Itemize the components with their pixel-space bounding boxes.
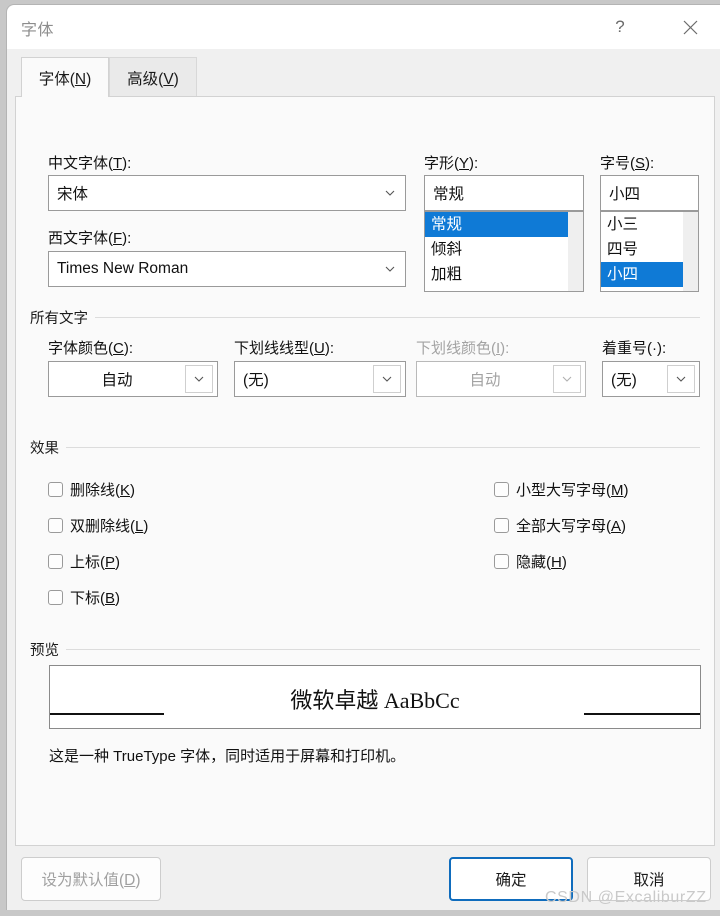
checkbox-icon[interactable] — [48, 590, 63, 605]
checkbox-icon[interactable] — [494, 554, 509, 569]
chinese-font-combo[interactable]: 宋体 — [48, 175, 406, 211]
western-font-combo[interactable]: Times New Roman — [48, 251, 406, 287]
preview-note: 这是一种 TrueType 字体，同时适用于屏幕和打印机。 — [49, 748, 406, 765]
underline-style-value: (无) — [243, 372, 269, 389]
question-mark-icon[interactable]: ? — [597, 5, 643, 49]
checkbox-strikethrough[interactable]: 删除线(K) — [48, 479, 135, 500]
checkbox-all-caps[interactable]: 全部大写字母(A) — [494, 515, 626, 536]
checkbox-subscript[interactable]: 下标(B) — [48, 587, 120, 608]
checkbox-double-strikethrough[interactable]: 双删除线(L) — [48, 515, 148, 536]
font-tab-pane: 中文字体(T): 宋体 西文字体(F): Times New Roman 字形(… — [15, 96, 715, 846]
checkbox-label: 全部大写字母(A) — [516, 518, 627, 535]
preview-sample-text: 微软卓越 AaBbCc — [290, 688, 460, 713]
group-divider — [30, 447, 700, 448]
checkbox-label: 小型大写字母(M) — [516, 482, 629, 499]
checkbox-label: 上标(P) — [70, 554, 121, 571]
group-divider — [30, 649, 700, 650]
all-text-group-label: 所有文字 — [30, 307, 95, 328]
checkbox-icon[interactable] — [48, 482, 63, 497]
chevron-down-icon[interactable] — [185, 365, 213, 393]
tab-advanced[interactable]: 高级(V) — [109, 57, 197, 97]
preview-rule-left — [50, 713, 164, 715]
font-style-input[interactable]: 常规 — [424, 175, 584, 211]
underline-color-value: 自动 — [469, 372, 501, 389]
tab-font-label: 字体(N) — [38, 70, 92, 88]
list-item[interactable]: 倾斜 — [425, 237, 583, 262]
font-size-label: 字号(S): — [600, 155, 655, 172]
chevron-down-icon[interactable] — [667, 365, 695, 393]
emphasis-mark-label: 着重号(·): — [602, 340, 667, 357]
checkbox-superscript[interactable]: 上标(P) — [48, 551, 120, 572]
list-item[interactable]: 小四 — [601, 262, 683, 287]
font-style-label: 字形(Y): — [424, 155, 479, 172]
font-size-listbox[interactable]: 小三 四号 小四 — [600, 211, 699, 292]
tab-advanced-label: 高级(V) — [127, 70, 179, 88]
cancel-label: 取消 — [633, 872, 665, 889]
checkbox-icon[interactable] — [494, 518, 509, 533]
font-style-listbox[interactable]: 常规 倾斜 加粗 — [424, 211, 584, 292]
font-color-value: 自动 — [101, 372, 133, 389]
preview-group-label: 预览 — [30, 639, 66, 660]
western-font-value: Times New Roman — [57, 260, 189, 277]
underline-style-label: 下划线线型(U): — [234, 340, 335, 357]
underline-color-combo: 自动 — [416, 361, 586, 397]
underline-style-combo[interactable]: (无) — [234, 361, 406, 397]
list-item[interactable]: 加粗 — [425, 262, 583, 287]
group-divider — [30, 317, 700, 318]
set-default-label: 设为默认值(D) — [41, 872, 141, 889]
font-color-label: 字体颜色(C): — [48, 340, 134, 357]
checkbox-icon[interactable] — [494, 482, 509, 497]
chinese-font-label: 中文字体(T): — [48, 155, 132, 172]
tab-font[interactable]: 字体(N) — [21, 57, 109, 97]
checkbox-small-caps[interactable]: 小型大写字母(M) — [494, 479, 629, 500]
ok-label: 确定 — [495, 872, 527, 889]
font-size-value: 小四 — [609, 186, 641, 203]
effects-group-label: 效果 — [30, 437, 66, 458]
screen: 字体 ? 字体(N) 高级(V) 中文字体(T): 宋体 西文字体(F): Ti… — [0, 0, 720, 916]
close-icon[interactable] — [667, 5, 713, 49]
font-dialog-window: 字体 ? 字体(N) 高级(V) 中文字体(T): 宋体 西文字体(F): Ti… — [6, 4, 720, 910]
watermark: CSDN @ExcaliburZZ — [545, 889, 707, 906]
checkbox-icon[interactable] — [48, 518, 63, 533]
font-color-combo[interactable]: 自动 — [48, 361, 218, 397]
list-item[interactable]: 小三 — [601, 212, 698, 237]
western-font-label: 西文字体(F): — [48, 230, 132, 247]
checkbox-label: 删除线(K) — [70, 482, 136, 499]
font-preview-box: 微软卓越 AaBbCc — [49, 665, 701, 729]
chevron-down-icon[interactable] — [375, 252, 405, 286]
underline-color-label: 下划线颜色(I): — [416, 340, 510, 357]
font-style-value: 常规 — [433, 186, 465, 203]
set-default-button[interactable]: 设为默认值(D) — [21, 857, 161, 901]
tab-strip: 字体(N) 高级(V) — [7, 49, 720, 97]
title-bar: 字体 ? — [7, 5, 720, 49]
font-size-input[interactable]: 小四 — [600, 175, 699, 211]
checkbox-label: 隐藏(H) — [516, 554, 567, 571]
preview-rule-right — [584, 713, 700, 715]
chevron-down-icon[interactable] — [373, 365, 401, 393]
chevron-down-icon[interactable] — [375, 176, 405, 210]
chinese-font-value: 宋体 — [57, 186, 89, 203]
emphasis-mark-value: (无) — [611, 372, 637, 389]
window-title: 字体 — [21, 22, 55, 39]
checkbox-icon[interactable] — [48, 554, 63, 569]
checkbox-hidden[interactable]: 隐藏(H) — [494, 551, 567, 572]
list-item[interactable]: 常规 — [425, 212, 568, 237]
checkbox-label: 双删除线(L) — [70, 518, 149, 535]
checkbox-label: 下标(B) — [70, 590, 121, 607]
emphasis-mark-combo[interactable]: (无) — [602, 361, 700, 397]
chevron-down-icon — [553, 365, 581, 393]
list-item[interactable]: 四号 — [601, 237, 698, 262]
